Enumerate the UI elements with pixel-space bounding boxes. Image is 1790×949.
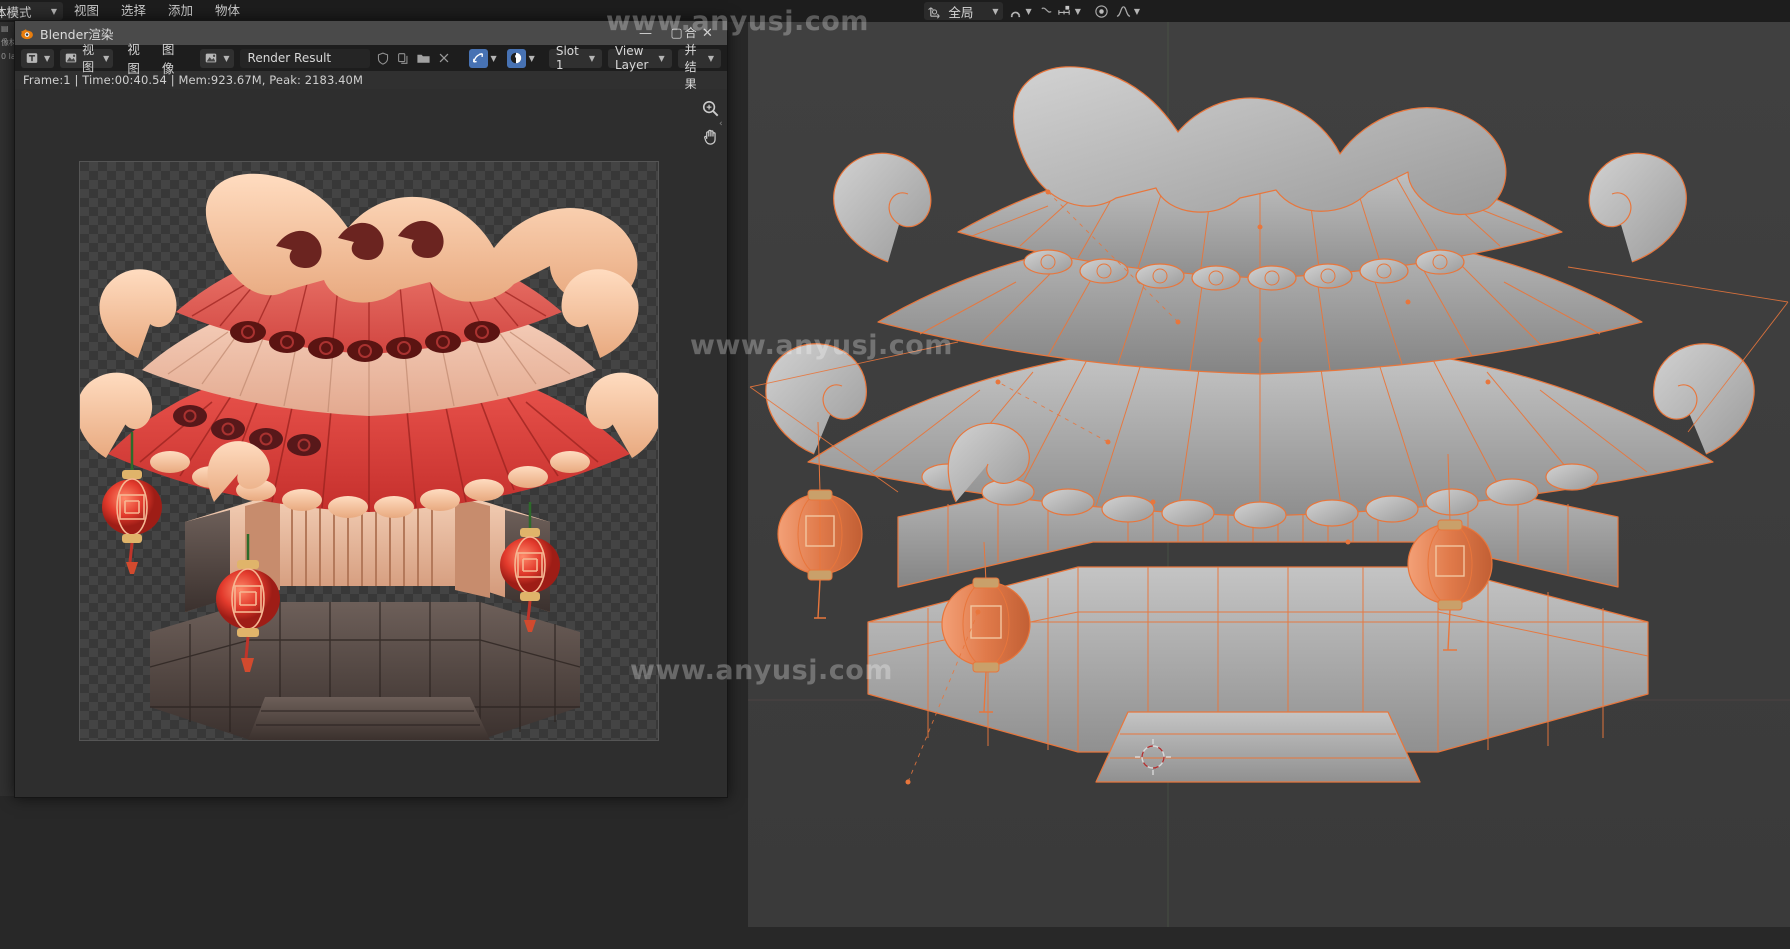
peek-label-0: 像材 — [1, 38, 14, 47]
menu-select[interactable]: 选择 — [110, 0, 157, 22]
chevron-down-icon[interactable]: ▼ — [1026, 7, 1032, 16]
proportional-edit-icon[interactable] — [1094, 4, 1109, 19]
app-topbar[interactable]: 体模式 ▼ 视图 选择 添加 物体 全局 ▼ ▼ ▼ ▼ — [0, 0, 1790, 22]
chevron-down-icon: ▼ — [44, 53, 51, 63]
image-display-mode[interactable]: 视图 ▼ — [60, 43, 114, 74]
snap-target-control[interactable]: ▼ — [1037, 2, 1083, 20]
render-status-text: Frame:1 | Time:00:40.54 | Mem:923.67M, P… — [23, 73, 364, 87]
chevron-down-icon: ▼ — [588, 53, 595, 63]
minimize-button[interactable]: — — [630, 21, 661, 45]
pagoda-mesh-object[interactable] — [748, 22, 1790, 927]
render-slot-icon[interactable] — [468, 48, 488, 68]
view-mode-control[interactable]: ▼ — [505, 48, 537, 68]
image-display-label: 视图 — [82, 43, 95, 74]
snap-control[interactable]: ▼ — [1006, 2, 1034, 20]
menu-image[interactable]: 图像 — [154, 39, 183, 77]
editor-type-selector[interactable]: ▼ — [21, 48, 55, 68]
transform-orientation-icon — [928, 4, 943, 19]
color-channel-icon[interactable] — [506, 48, 526, 68]
render-image-frame[interactable] — [79, 161, 659, 741]
chevron-down-icon: ▼ — [223, 53, 230, 63]
chevron-down-icon: ▼ — [658, 53, 665, 63]
render-pass-selector[interactable]: 合并结果 ▼ — [677, 26, 721, 91]
pan-hand-icon[interactable] — [699, 125, 721, 147]
transform-orientation-label: 全局 — [948, 4, 974, 20]
render-pass-label: 合并结果 — [684, 26, 697, 91]
image-datablock-browser[interactable]: ▼ — [200, 48, 234, 68]
render-window-title: Blender渲染 — [40, 26, 114, 42]
render-slot-control[interactable]: ▼ — [467, 48, 499, 68]
render-slot-label: Slot 1 — [555, 44, 579, 72]
menu-view[interactable]: 视图 — [119, 39, 148, 77]
chevron-down-icon[interactable]: ▼ — [491, 54, 497, 63]
peek-icon-row: ▤ — [1, 24, 9, 33]
chevron-down-icon[interactable]: ▼ — [529, 54, 535, 63]
mode-selector[interactable]: 体模式 ▼ — [0, 2, 63, 20]
mode-selector-label: 体模式 — [0, 4, 32, 20]
chevron-down-icon[interactable]: ▼ — [1134, 7, 1140, 16]
snap-ruler-icon[interactable] — [1057, 4, 1072, 19]
chevron-down-icon: ▼ — [992, 6, 999, 16]
image-display-icon — [64, 51, 78, 66]
folder-icon[interactable] — [416, 49, 431, 68]
blender-logo-icon — [19, 26, 34, 41]
window-controls[interactable]: — ▢ ✕ — [630, 21, 723, 45]
chevron-down-icon: ▼ — [707, 53, 714, 63]
render-slot-selector[interactable]: Slot 1 ▼ — [548, 44, 602, 72]
zoom-icon[interactable] — [699, 97, 721, 119]
image-name-label: Render Result — [247, 51, 332, 65]
menu-object[interactable]: 物体 — [204, 0, 251, 22]
view-layer-selector[interactable]: View Layer ▼ — [607, 44, 672, 72]
topbar-transform-controls[interactable]: 全局 ▼ ▼ ▼ ▼ — [924, 0, 1142, 22]
transform-orientation-control[interactable]: 全局 ▼ — [924, 2, 1003, 20]
peek-label-1: 0 la — [1, 52, 14, 61]
chevron-down-icon: ▼ — [103, 53, 110, 63]
image-editor-toolbar[interactable]: ▼ 视图 ▼ 视图 图像 ▼ Render Result ▼ ▼ Slot 1 … — [15, 26, 727, 91]
proportional-falloff-icon[interactable] — [1116, 4, 1131, 19]
shield-icon[interactable] — [376, 49, 390, 68]
render-status-bar: Frame:1 | Time:00:40.54 | Mem:923.67M, P… — [15, 71, 727, 89]
image-data-icon — [204, 51, 219, 66]
snap-increment-icon[interactable] — [1039, 4, 1054, 19]
canvas-side-tools[interactable] — [699, 97, 721, 147]
left-panel-peek[interactable]: ▤ 像材 0 la — [0, 22, 14, 796]
view-layer-label: View Layer — [614, 44, 649, 72]
blender-app-window: 体模式 ▼ 视图 选择 添加 物体 全局 ▼ ▼ ▼ ▼ ▤ 像材 0 la B… — [0, 0, 1790, 949]
image-editor-icon — [25, 51, 40, 66]
proportional-edit-control[interactable] — [1092, 2, 1111, 20]
rendered-pagoda-image — [80, 173, 658, 740]
3d-viewport[interactable] — [748, 22, 1790, 927]
snap-magnet-icon[interactable] — [1008, 4, 1023, 19]
copy-icon[interactable] — [396, 49, 410, 68]
render-image-canvas[interactable]: ‹ — [15, 89, 727, 797]
x-icon[interactable] — [437, 49, 451, 68]
render-result-window[interactable]: Blender渲染 — ▢ ✕ ▼ 视图 ▼ 视图 图像 ▼ Render Re… — [14, 20, 728, 798]
chevron-down-icon: ▼ — [50, 6, 57, 16]
menu-add[interactable]: 添加 — [157, 0, 204, 22]
proportional-falloff-control[interactable]: ▼ — [1114, 2, 1142, 20]
image-name-field[interactable]: Render Result — [239, 48, 370, 68]
chevron-down-icon[interactable]: ▼ — [1075, 7, 1081, 16]
menu-view[interactable]: 视图 — [63, 0, 110, 22]
